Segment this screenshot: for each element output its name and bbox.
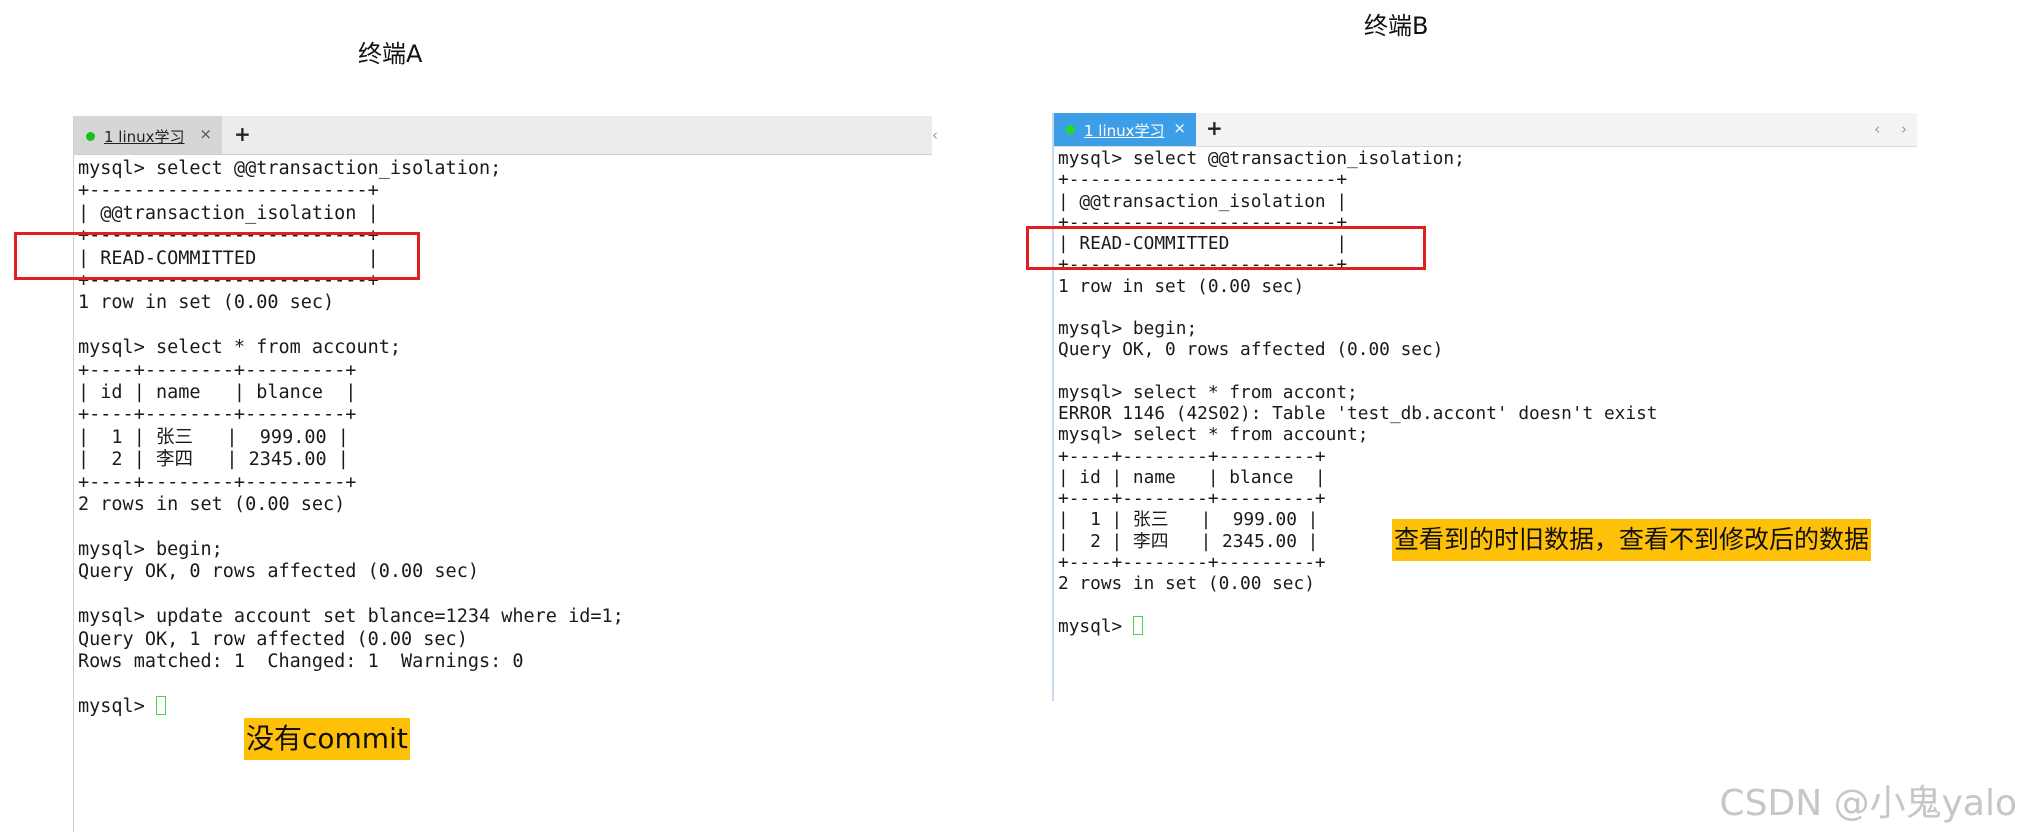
terminal-a-tabbar: 1 linux学习 × + ‹ [74, 116, 938, 155]
terminal-b-prompt: mysql> [1058, 615, 1133, 637]
terminal-line: mysql> select @@transaction_isolation; [78, 158, 502, 179]
terminal-line: +----+--------+---------+ [1058, 445, 1326, 467]
terminal-line: mysql> begin; [1058, 318, 1198, 339]
add-tab-button[interactable]: + [1206, 116, 1223, 140]
terminal-b-tabbar: 1 linux学习 × + ‹ › [1054, 113, 1917, 147]
terminal-line: | @@transaction_isolation | [1058, 190, 1348, 212]
old-data-note: 查看到的时旧数据，查看不到修改后的数据 [1392, 519, 1872, 561]
tab-label: 1 linux学习 [1084, 122, 1165, 140]
terminal-line: mysql> select * from account; [78, 337, 402, 359]
terminal-line: +----+--------+---------+ [78, 359, 357, 381]
terminal-line: | 2 | 李四 | 2345.00 | [78, 449, 349, 471]
add-tab-button[interactable]: + [234, 122, 251, 146]
connection-status-icon [1066, 125, 1075, 134]
terminal-b-output[interactable]: mysql> select @@transaction_isolation; +… [1058, 148, 1658, 637]
cursor-icon [1132, 615, 1143, 635]
terminal-b-heading: 终端B [1364, 12, 1429, 40]
tab-scroll-arrows-icon[interactable]: ‹ › [1874, 120, 1915, 138]
terminal-line: | 1 | 张三 | 999.00 | [78, 426, 349, 448]
terminal-a-prompt: mysql> [78, 695, 156, 717]
terminal-line: | @@transaction_isolation | [78, 202, 379, 224]
terminal-line: 1 row in set (0.00 sec) [78, 292, 335, 314]
terminal-line: 1 row in set (0.00 sec) [1058, 275, 1305, 297]
terminal-line: +----+--------+---------+ [1058, 551, 1326, 573]
terminal-line: mysql> update account set blance=1234 wh… [78, 606, 624, 628]
terminal-line: Query OK, 1 row affected (0.00 sec) [78, 628, 468, 650]
close-tab-icon[interactable]: × [199, 125, 212, 143]
isolation-level-highlight-a [14, 232, 420, 280]
terminal-line: mysql> select @@transaction_isolation; [1058, 148, 1465, 169]
terminal-line: +----+--------+---------+ [78, 404, 357, 426]
terminal-line: | 1 | 张三 | 999.00 | [1058, 509, 1319, 531]
terminal-a-heading: 终端A [358, 40, 423, 68]
isolation-level-highlight-b [1026, 226, 1426, 270]
terminal-line: | id | name | blance | [1058, 466, 1326, 488]
terminal-line: Rows matched: 1 Changed: 1 Warnings: 0 [78, 650, 524, 672]
terminal-line: mysql> begin; [78, 538, 223, 560]
terminal-line: +----+--------+---------+ [1058, 488, 1326, 509]
tab-scroll-arrows-icon[interactable]: ‹ [932, 126, 946, 144]
close-tab-icon[interactable]: × [1173, 119, 1186, 137]
terminal-line: | 2 | 李四 | 2345.00 | [1058, 530, 1319, 552]
connection-status-icon [86, 132, 95, 141]
terminal-b-tab[interactable]: 1 linux学习 × [1054, 113, 1196, 146]
terminal-line: +----+--------+---------+ [78, 471, 357, 493]
watermark: CSDN @小鬼yalo [1719, 783, 2017, 824]
terminal-line: | id | name | blance | [78, 382, 357, 404]
terminal-b-window: 1 linux学习 × + ‹ › mysql> select @@transa… [1052, 113, 1917, 701]
terminal-a-window: 1 linux学习 × + ‹ mysql> select @@transact… [73, 116, 938, 832]
terminal-line: 2 rows in set (0.00 sec) [1058, 573, 1315, 594]
terminal-line: Query OK, 0 rows affected (0.00 sec) [1058, 339, 1444, 361]
terminal-line: +-------------------------+ [78, 180, 379, 202]
terminal-line: mysql> select * from account; [1058, 424, 1369, 446]
tab-label: 1 linux学习 [104, 128, 185, 146]
no-commit-note: 没有commit [244, 718, 410, 760]
terminal-line: +-------------------------+ [1058, 169, 1348, 191]
terminal-line: Query OK, 0 rows affected (0.00 sec) [78, 561, 479, 583]
terminal-a-tab[interactable]: 1 linux学习 × [74, 116, 222, 154]
cursor-icon [155, 695, 166, 715]
terminal-line: ERROR 1146 (42S02): Table 'test_db.accon… [1058, 403, 1658, 424]
terminal-line: mysql> select * from accont; [1058, 381, 1358, 403]
terminal-line: 2 rows in set (0.00 sec) [78, 494, 346, 516]
